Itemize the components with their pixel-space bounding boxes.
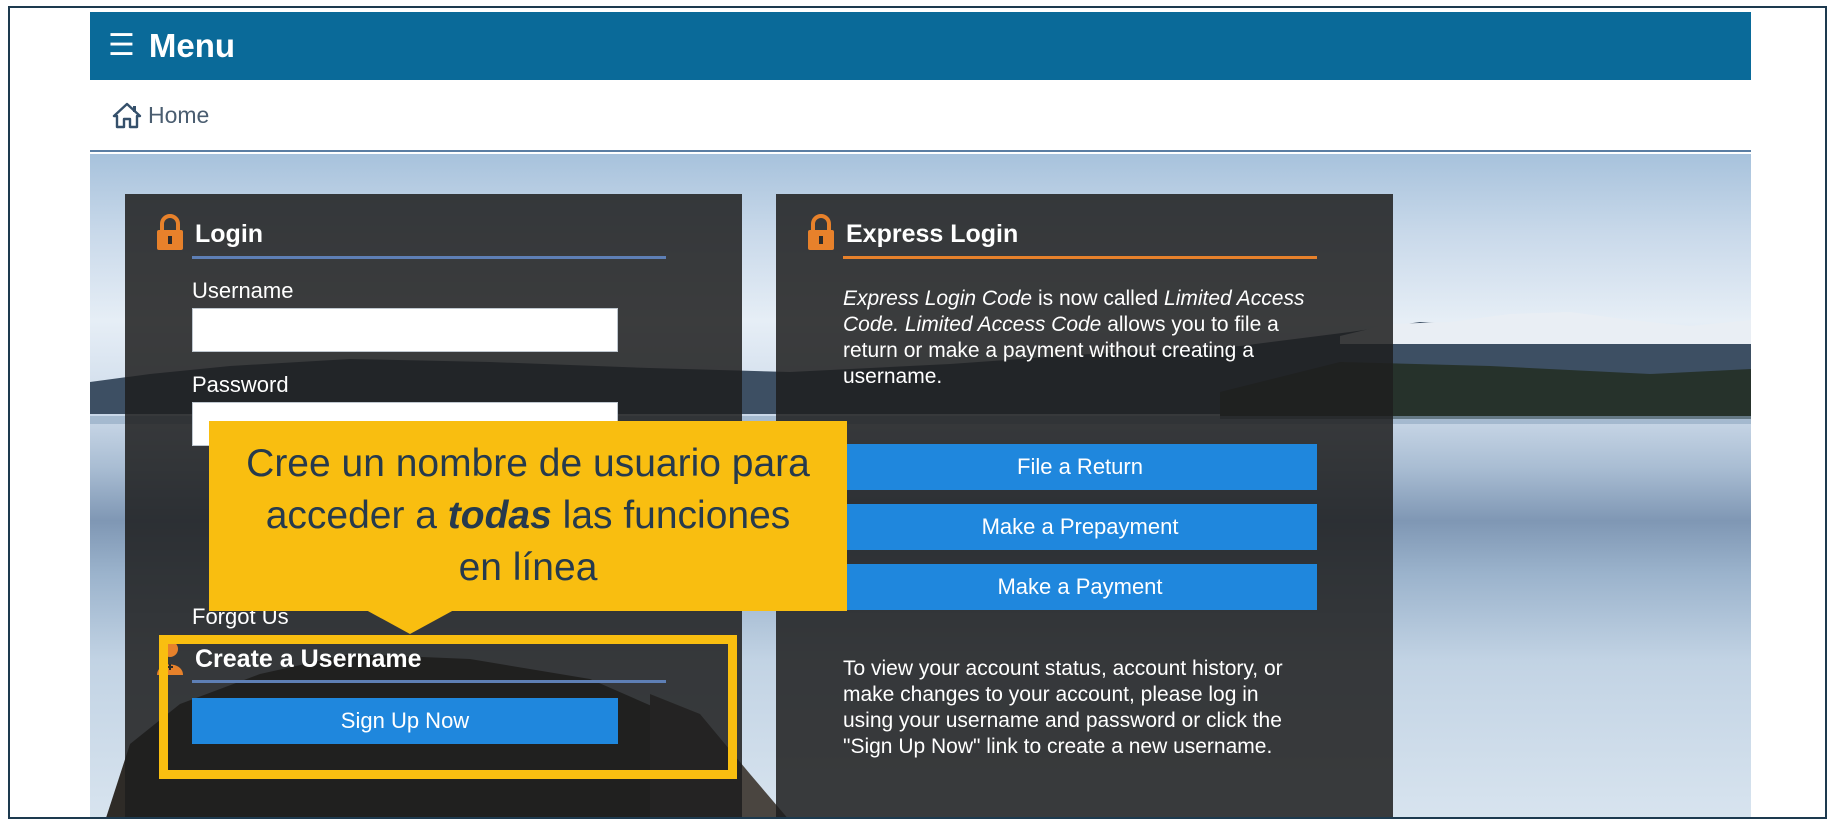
make-a-prepayment-button[interactable]: Make a Prepayment [843,504,1317,550]
express-login-header: Express Login [806,214,1018,252]
breadcrumb-home-link[interactable]: Home [148,102,209,129]
file-a-return-button[interactable]: File a Return [843,444,1317,490]
hamburger-icon[interactable]: ☰ [108,31,135,61]
make-a-payment-button[interactable]: Make a Payment [843,564,1317,610]
callout-text: Cree un nombre de usuario para acceder a… [246,442,810,589]
desc-term-express: Express Login Code [843,287,1033,310]
login-title: Login [195,220,264,248]
app-header: ☰ Menu [90,12,1751,80]
express-login-title: Express Login [846,220,1019,248]
callout-emphasis: todas [447,494,552,537]
lock-icon [808,214,834,250]
desc-term-limited-2: Limited Access Code [904,313,1102,336]
express-login-panel: Express Login Express Login Code is now … [776,194,1393,817]
username-label: Username [192,278,294,303]
screenshot-frame: ☰ Menu Home Login Username Password Forg… [8,6,1827,819]
lock-icon [157,214,183,250]
account-info-text: To view your account status, account his… [843,657,1283,758]
menu-label[interactable]: Menu [149,27,235,65]
login-underline [192,256,666,259]
home-icon[interactable] [112,101,142,129]
username-input[interactable] [192,308,618,352]
callout-annotation: Cree un nombre de usuario para acceder a… [209,421,847,611]
breadcrumb: Home [90,80,1751,152]
callout-pointer [366,610,454,634]
express-login-description: Express Login Code is now called Limited… [843,287,1305,388]
create-username-highlight [159,635,737,779]
password-label: Password [192,372,289,397]
login-header: Login [155,214,263,252]
express-login-underline [843,256,1317,259]
